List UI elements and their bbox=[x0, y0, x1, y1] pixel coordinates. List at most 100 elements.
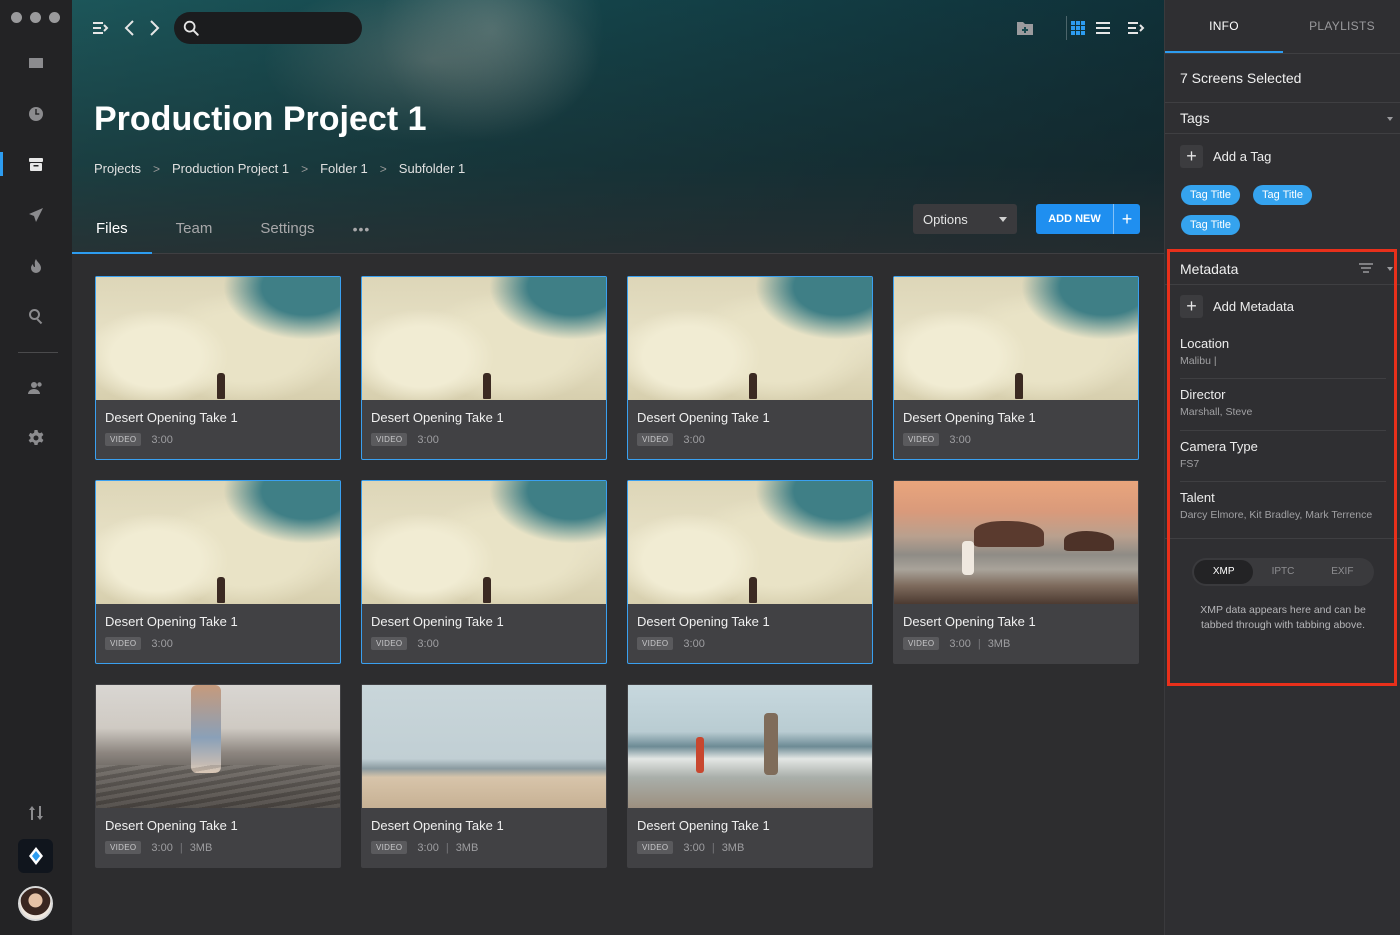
file-type-badge: VIDEO bbox=[105, 841, 142, 854]
search-icon[interactable] bbox=[0, 298, 72, 334]
tab-playlists[interactable]: PLAYLISTS bbox=[1283, 0, 1400, 53]
file-type-badge: VIDEO bbox=[371, 433, 408, 446]
file-card[interactable]: Desert Opening Take 1 VIDEO 3:00 | 3MB bbox=[893, 480, 1139, 664]
inbox-icon[interactable] bbox=[0, 45, 72, 81]
tab-settings[interactable]: Settings bbox=[236, 208, 338, 254]
panel-toggle-icon[interactable] bbox=[1124, 16, 1148, 40]
options-dropdown[interactable]: Options bbox=[913, 204, 1017, 234]
file-size: 3MB bbox=[455, 841, 479, 854]
new-folder-icon[interactable] bbox=[1013, 16, 1037, 40]
back-icon[interactable] bbox=[118, 16, 142, 40]
add-new-label: ADD NEW bbox=[1048, 213, 1101, 225]
app-window: Production Project 1 Projects > Producti… bbox=[0, 0, 1400, 935]
thumbnail-detail bbox=[217, 373, 225, 399]
video-thumbnail[interactable] bbox=[362, 277, 606, 400]
send-icon[interactable] bbox=[0, 197, 72, 233]
file-duration: 3:00 bbox=[949, 433, 971, 446]
more-tabs-icon[interactable]: ••• bbox=[339, 208, 385, 254]
file-type-badge: VIDEO bbox=[105, 433, 142, 446]
close-window-button[interactable] bbox=[11, 12, 22, 23]
file-size: 3MB bbox=[721, 841, 745, 854]
breadcrumb-item[interactable]: Projects bbox=[94, 161, 141, 176]
tags-section-header[interactable]: Tags bbox=[1165, 102, 1400, 134]
file-card[interactable]: Desert Opening Take 1 VIDEO 3:00 | 3MB bbox=[627, 684, 873, 868]
file-duration: 3:00 bbox=[151, 637, 173, 650]
file-meta: VIDEO 3:00 bbox=[105, 637, 173, 650]
video-thumbnail[interactable] bbox=[96, 685, 340, 808]
add-tag-button[interactable]: + Add a Tag bbox=[1180, 145, 1271, 168]
gear-icon[interactable] bbox=[0, 420, 72, 456]
thumbnail-detail bbox=[749, 577, 757, 603]
file-meta: VIDEO 3:00 bbox=[903, 433, 971, 446]
video-thumbnail[interactable] bbox=[362, 481, 606, 604]
file-card[interactable]: Desert Opening Take 1 VIDEO 3:00 bbox=[627, 276, 873, 460]
forward-icon[interactable] bbox=[142, 16, 166, 40]
breadcrumb-item[interactable]: Production Project 1 bbox=[172, 161, 289, 176]
video-thumbnail[interactable] bbox=[628, 481, 872, 604]
search-field[interactable] bbox=[174, 12, 362, 44]
file-title: Desert Opening Take 1 bbox=[637, 818, 770, 833]
zoom-window-button[interactable] bbox=[49, 12, 60, 23]
clock-icon[interactable] bbox=[0, 96, 72, 132]
project-header: Production Project 1 Projects > Producti… bbox=[72, 0, 1164, 254]
file-card[interactable]: Desert Opening Take 1 VIDEO 3:00 bbox=[95, 276, 341, 460]
video-thumbnail[interactable] bbox=[96, 277, 340, 400]
file-card[interactable]: Desert Opening Take 1 VIDEO 3:00 | 3MB bbox=[361, 684, 607, 868]
breadcrumb-item[interactable]: Folder 1 bbox=[320, 161, 368, 176]
add-new-button[interactable]: ADD NEW + bbox=[1036, 204, 1140, 234]
options-label: Options bbox=[923, 211, 968, 227]
file-card[interactable]: Desert Opening Take 1 VIDEO 3:00 bbox=[95, 480, 341, 664]
file-card[interactable]: Desert Opening Take 1 VIDEO 3:00 bbox=[627, 480, 873, 664]
tab-files[interactable]: Files bbox=[72, 208, 152, 254]
chevron-right-icon: > bbox=[379, 161, 387, 176]
tab-info[interactable]: INFO bbox=[1165, 0, 1283, 53]
file-meta: VIDEO 3:00 bbox=[637, 433, 705, 446]
sort-arrows-icon[interactable] bbox=[0, 795, 72, 831]
tag-chip[interactable]: Tag Title bbox=[1181, 215, 1240, 235]
video-thumbnail[interactable] bbox=[894, 481, 1138, 604]
selection-count: 7 Screens Selected bbox=[1180, 70, 1302, 86]
search-input[interactable] bbox=[206, 20, 346, 36]
video-thumbnail[interactable] bbox=[362, 685, 606, 808]
file-meta: VIDEO 3:00 | 3MB bbox=[903, 637, 1010, 650]
meta-separator: | bbox=[977, 637, 981, 650]
file-duration: 3:00 bbox=[417, 433, 439, 446]
chevron-right-icon: > bbox=[152, 161, 160, 176]
tag-chip[interactable]: Tag Title bbox=[1253, 185, 1312, 205]
video-thumbnail[interactable] bbox=[628, 685, 872, 808]
archive-icon[interactable] bbox=[0, 146, 72, 182]
file-meta: VIDEO 3:00 | 3MB bbox=[637, 841, 744, 854]
tags-heading: Tags bbox=[1180, 110, 1210, 126]
add-tag-label: Add a Tag bbox=[1213, 149, 1272, 164]
users-icon[interactable] bbox=[0, 370, 72, 406]
fire-icon[interactable] bbox=[0, 248, 72, 284]
minimize-window-button[interactable] bbox=[30, 12, 41, 23]
thumbnail-detail bbox=[1064, 531, 1114, 551]
file-card[interactable]: Desert Opening Take 1 VIDEO 3:00 bbox=[893, 276, 1139, 460]
file-size: 3MB bbox=[987, 637, 1011, 650]
tab-team[interactable]: Team bbox=[152, 208, 237, 254]
file-card[interactable]: Desert Opening Take 1 VIDEO 3:00 | 3MB bbox=[95, 684, 341, 868]
sidebar-toggle-icon[interactable] bbox=[88, 16, 112, 40]
page-title: Production Project 1 bbox=[94, 100, 427, 138]
thumbnail-detail bbox=[974, 521, 1044, 547]
file-card[interactable]: Desert Opening Take 1 VIDEO 3:00 bbox=[361, 276, 607, 460]
file-card[interactable]: Desert Opening Take 1 VIDEO 3:00 bbox=[361, 480, 607, 664]
video-thumbnail[interactable] bbox=[628, 277, 872, 400]
user-avatar[interactable] bbox=[18, 886, 53, 921]
list-view-icon[interactable] bbox=[1091, 16, 1115, 40]
caret-down-icon bbox=[999, 216, 1007, 222]
video-thumbnail[interactable] bbox=[96, 481, 340, 604]
file-type-badge: VIDEO bbox=[637, 841, 674, 854]
video-thumbnail[interactable] bbox=[894, 277, 1138, 400]
tag-chip[interactable]: Tag Title bbox=[1181, 185, 1240, 205]
breadcrumb: Projects > Production Project 1 > Folder… bbox=[94, 161, 477, 176]
breadcrumb-item[interactable]: Subfolder 1 bbox=[399, 161, 466, 176]
file-title: Desert Opening Take 1 bbox=[903, 410, 1036, 425]
left-rail bbox=[0, 0, 72, 935]
app-logo-icon[interactable] bbox=[18, 839, 53, 873]
file-meta: VIDEO 3:00 bbox=[371, 433, 439, 446]
grid-view-icon[interactable] bbox=[1066, 16, 1090, 40]
file-meta: VIDEO 3:00 bbox=[371, 637, 439, 650]
plus-icon[interactable]: + bbox=[1113, 204, 1140, 234]
